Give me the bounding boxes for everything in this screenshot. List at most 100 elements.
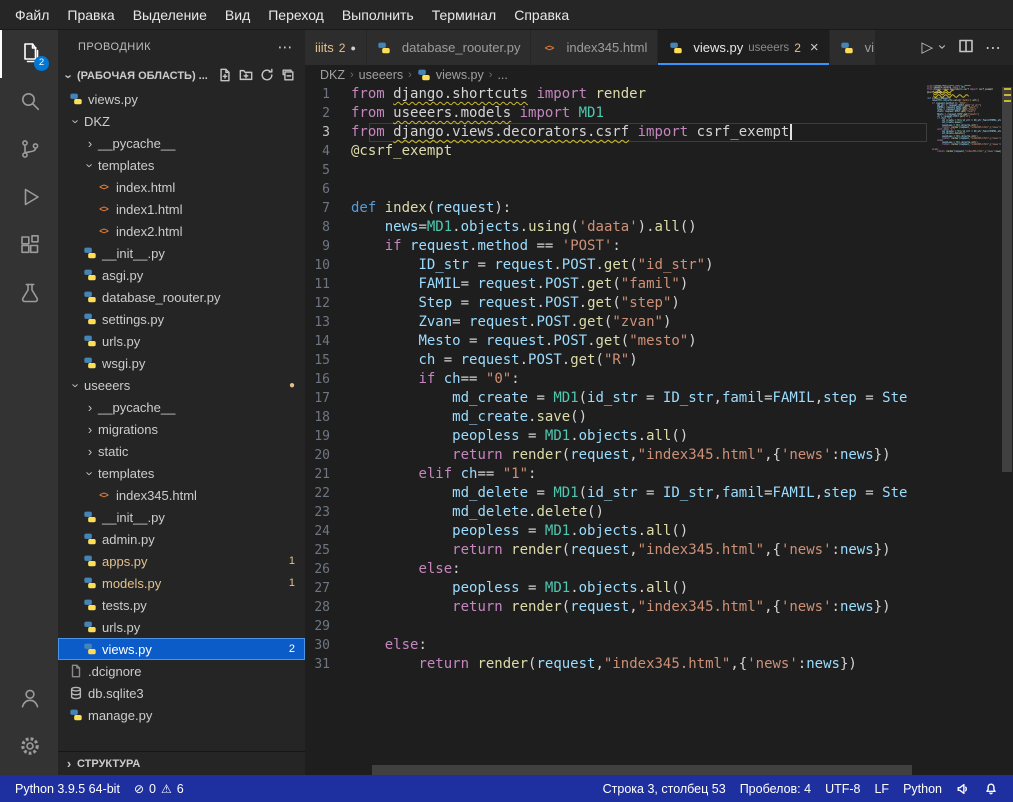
status-cursor-position[interactable]: Строка 3, столбец 53 xyxy=(596,782,733,796)
code-line-30[interactable]: 30 else: xyxy=(305,636,927,655)
code-line-16[interactable]: 16 if ch== "0": xyxy=(305,370,927,389)
code-line-14[interactable]: 14 Mesto = request.POST.get("mesto") xyxy=(305,332,927,351)
tree-folder-templates[interactable]: ›templates xyxy=(58,462,305,484)
horizontal-scrollbar-slider[interactable] xyxy=(372,765,912,775)
code-line-26[interactable]: 26 else: xyxy=(305,560,927,579)
tab-index345.html[interactable]: <>index345.html xyxy=(531,30,658,65)
megaphone-icon[interactable] xyxy=(949,782,977,796)
code-line-9[interactable]: 9 if request.method == 'POST': xyxy=(305,237,927,256)
breadcrumb-item-useeers[interactable]: useeers xyxy=(359,68,403,82)
vertical-scrollbar[interactable] xyxy=(1001,85,1013,765)
tree-file-wsgi.py[interactable]: wsgi.py xyxy=(58,352,305,374)
code-line-5[interactable]: 5 xyxy=(305,161,927,180)
menu-item-0[interactable]: Файл xyxy=(6,2,58,28)
tree-file-index2.html[interactable]: <>index2.html xyxy=(58,220,305,242)
workspace-section-header[interactable]: › (РАБОЧАЯ ОБЛАСТЬ) ... xyxy=(58,64,305,88)
code-line-19[interactable]: 19 peopless = MD1.objects.all() xyxy=(305,427,927,446)
menu-item-4[interactable]: Переход xyxy=(259,2,333,28)
new-folder-icon[interactable] xyxy=(239,68,253,85)
menu-item-5[interactable]: Выполнить xyxy=(333,2,423,28)
run-dropdown-chevron-icon[interactable] xyxy=(944,40,947,55)
tree-folder-migrations[interactable]: ›migrations xyxy=(58,418,305,440)
tree-file-urls.py[interactable]: urls.py xyxy=(58,330,305,352)
tab-iiits[interactable]: iiits2● xyxy=(305,30,367,65)
breadcrumb-item-...[interactable]: ... xyxy=(497,68,507,82)
activity-testing[interactable] xyxy=(0,270,58,318)
status-python-version[interactable]: Python 3.9.5 64-bit xyxy=(8,782,127,796)
notifications-bell-icon[interactable] xyxy=(977,782,1005,796)
tree-folder-useeers[interactable]: ›useeers● xyxy=(58,374,305,396)
tree-file-settings.py[interactable]: settings.py xyxy=(58,308,305,330)
code-line-20[interactable]: 20 return render(request,"index345.html"… xyxy=(305,446,927,465)
code-line-6[interactable]: 6 xyxy=(305,180,927,199)
code-line-17[interactable]: 17 md_create = MD1(id_str = ID_str,famil… xyxy=(305,389,927,408)
code-line-7[interactable]: 7def index(request): xyxy=(305,199,927,218)
activity-account[interactable] xyxy=(0,675,58,723)
new-file-icon[interactable] xyxy=(218,68,232,85)
tree-folder-DKZ[interactable]: ›DKZ xyxy=(58,110,305,132)
code-line-3[interactable]: 3from django.views.decorators.csrf impor… xyxy=(305,123,927,142)
code-line-18[interactable]: 18 md_create.save() xyxy=(305,408,927,427)
status-eol[interactable]: LF xyxy=(867,782,896,796)
activity-extensions[interactable] xyxy=(0,222,58,270)
breadcrumb-item-views.py[interactable]: views.py xyxy=(417,68,484,83)
code-line-28[interactable]: 28 return render(request,"index345.html"… xyxy=(305,598,927,617)
code-line-29[interactable]: 29 xyxy=(305,617,927,636)
tab-vi[interactable]: vi xyxy=(830,30,876,65)
tab-views.py[interactable]: views.pyuseeers2× xyxy=(658,30,829,65)
tree-folder-templates[interactable]: ›templates xyxy=(58,154,305,176)
status-indentation[interactable]: Пробелов: 4 xyxy=(733,782,818,796)
collapse-all-icon[interactable] xyxy=(281,68,295,85)
code-line-21[interactable]: 21 elif ch== "1": xyxy=(305,465,927,484)
tree-folder-__pycache__[interactable]: ›__pycache__ xyxy=(58,132,305,154)
code-editor[interactable]: 1from django.shortcuts import render2fro… xyxy=(305,85,1013,775)
code-line-2[interactable]: 2from useeers.models import MD1 xyxy=(305,104,927,123)
tree-file-.dcignore[interactable]: .dcignore xyxy=(58,660,305,682)
breadcrumb-item-DKZ[interactable]: DKZ xyxy=(320,68,345,82)
menu-item-6[interactable]: Терминал xyxy=(423,2,505,28)
menu-item-7[interactable]: Справка xyxy=(505,2,578,28)
code-line-12[interactable]: 12 Step = request.POST.get("step") xyxy=(305,294,927,313)
tree-file-apps.py[interactable]: apps.py1 xyxy=(58,550,305,572)
activity-search[interactable] xyxy=(0,78,58,126)
refresh-icon[interactable] xyxy=(260,68,274,85)
code-line-15[interactable]: 15 ch = request.POST.get("R") xyxy=(305,351,927,370)
code-line-23[interactable]: 23 md_delete.delete() xyxy=(305,503,927,522)
editor-more-actions-icon[interactable]: ⋯ xyxy=(985,38,1001,58)
tree-file-manage.py[interactable]: manage.py xyxy=(58,704,305,726)
close-tab-icon[interactable]: × xyxy=(810,39,819,56)
menu-item-3[interactable]: Вид xyxy=(216,2,259,28)
tree-file-admin.py[interactable]: admin.py xyxy=(58,528,305,550)
tree-folder-__pycache__[interactable]: ›__pycache__ xyxy=(58,396,305,418)
status-problems[interactable]: ⊘0⚠6 xyxy=(127,782,191,796)
status-encoding[interactable]: UTF-8 xyxy=(818,782,867,796)
code-content[interactable]: 1from django.shortcuts import render2fro… xyxy=(305,85,927,765)
tree-file-models.py[interactable]: models.py1 xyxy=(58,572,305,594)
code-line-31[interactable]: 31 return render(request,"index345.html"… xyxy=(305,655,927,674)
horizontal-scrollbar[interactable] xyxy=(305,765,927,775)
minimap[interactable]: from django.shortcuts import renderfrom … xyxy=(927,85,1001,765)
tree-file-index345.html[interactable]: <>index345.html xyxy=(58,484,305,506)
split-editor-icon[interactable] xyxy=(958,38,974,57)
activity-settings[interactable] xyxy=(0,723,58,771)
activity-source-control[interactable] xyxy=(0,126,58,174)
tree-folder-static[interactable]: ›static xyxy=(58,440,305,462)
tree-file-views.py[interactable]: views.py xyxy=(58,88,305,110)
tree-file-views.py[interactable]: views.py2 xyxy=(58,638,305,660)
tree-file-asgi.py[interactable]: asgi.py xyxy=(58,264,305,286)
explorer-more-actions-icon[interactable]: ⋯ xyxy=(278,38,294,56)
code-line-11[interactable]: 11 FAMIL= request.POST.get("famil") xyxy=(305,275,927,294)
tree-file-__init__.py[interactable]: __init__.py xyxy=(58,242,305,264)
menu-item-2[interactable]: Выделение xyxy=(124,2,216,28)
code-line-22[interactable]: 22 md_delete = MD1(id_str = ID_str,famil… xyxy=(305,484,927,503)
code-line-1[interactable]: 1from django.shortcuts import render xyxy=(305,85,927,104)
tree-file-tests.py[interactable]: tests.py xyxy=(58,594,305,616)
code-line-8[interactable]: 8 news=MD1.objects.using('daata').all() xyxy=(305,218,927,237)
outline-section-header[interactable]: › СТРУКТУРА xyxy=(58,751,305,775)
tab-database_roouter.py[interactable]: database_roouter.py xyxy=(367,30,532,65)
tree-file-__init__.py[interactable]: __init__.py xyxy=(58,506,305,528)
code-line-10[interactable]: 10 ID_str = request.POST.get("id_str") xyxy=(305,256,927,275)
tree-file-database_roouter.py[interactable]: database_roouter.py xyxy=(58,286,305,308)
code-line-4[interactable]: 4@csrf_exempt xyxy=(305,142,927,161)
vertical-scrollbar-slider[interactable] xyxy=(1002,87,1012,472)
